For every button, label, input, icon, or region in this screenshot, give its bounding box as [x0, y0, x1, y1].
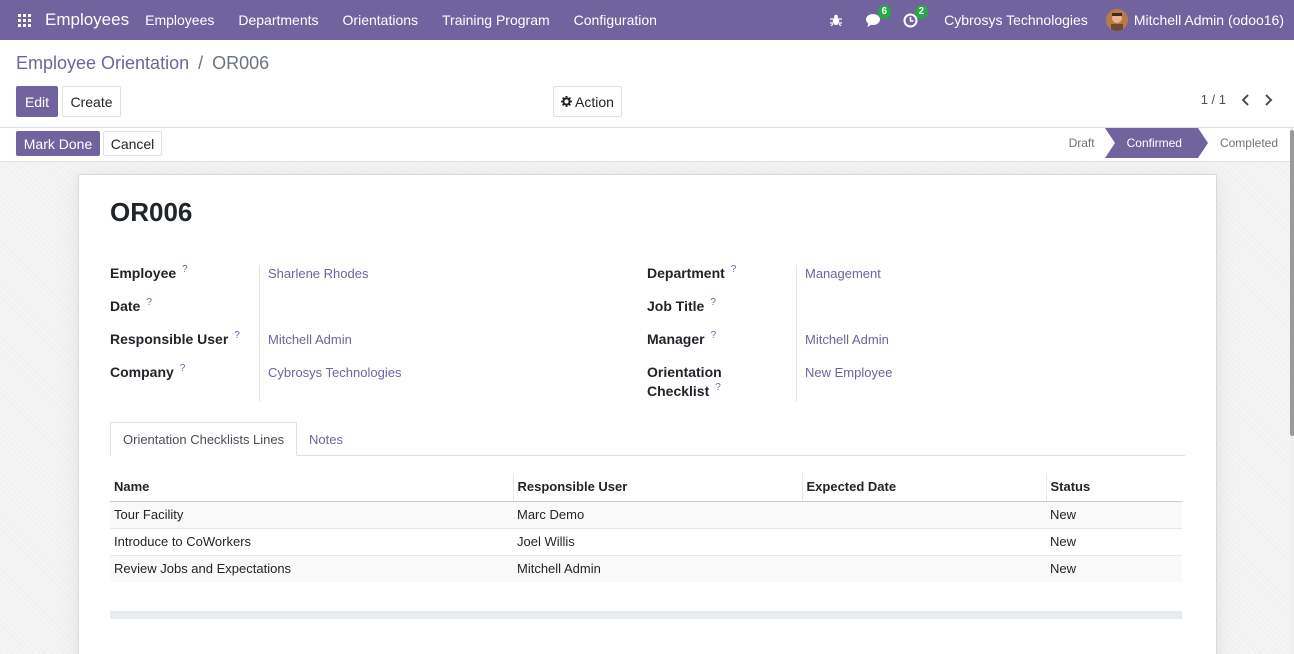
column-header-status[interactable]: Status: [1045, 473, 1182, 502]
record-title: OR006: [110, 197, 193, 227]
pager-previous-icon[interactable]: [1240, 93, 1252, 110]
right-column-divider: [796, 265, 797, 402]
status-step-draft[interactable]: Draft: [1047, 128, 1105, 158]
menu-orientations[interactable]: Orientations: [343, 12, 418, 28]
cell-expected-date: [802, 527, 1046, 555]
manager-field[interactable]: Mitchell Admin: [805, 332, 889, 347]
create-button[interactable]: Create: [62, 86, 121, 117]
employee-label: Employee?: [110, 264, 188, 281]
user-avatar[interactable]: [1105, 9, 1128, 31]
breadcrumb-separator: /: [198, 53, 204, 73]
department-label: Department?: [647, 264, 737, 281]
action-button[interactable]: Action: [553, 86, 622, 117]
cell-expected-date: [802, 554, 1046, 582]
orientation-checklist-field[interactable]: New Employee: [805, 365, 892, 380]
table-row[interactable]: Introduce to CoWorkers Joel Willis New: [110, 527, 1182, 555]
table-row[interactable]: Review Jobs and Expectations Mitchell Ad…: [110, 554, 1182, 582]
department-field[interactable]: Management: [805, 266, 881, 281]
company-field[interactable]: Cybrosys Technologies: [268, 365, 401, 380]
column-header-responsible-user[interactable]: Responsible User: [512, 473, 802, 502]
help-tooltip-icon[interactable]: ?: [710, 297, 716, 308]
messages-count-badge: 6: [877, 4, 892, 19]
responsible-user-label: Responsible User?: [110, 330, 240, 347]
help-tooltip-icon[interactable]: ?: [182, 264, 188, 275]
company-label: Company?: [110, 363, 186, 380]
company-switcher[interactable]: Cybrosys Technologies: [944, 12, 1088, 28]
user-menu[interactable]: Mitchell Admin (odoo16): [1134, 12, 1284, 28]
scrollbar-thumb[interactable]: [1290, 130, 1294, 436]
status-steps: Draft Confirmed Completed: [1047, 128, 1294, 161]
statusbar: Mark Done Cancel Draft Confirmed Complet…: [0, 128, 1294, 162]
pager-next-icon[interactable]: [1262, 93, 1274, 110]
menu-departments[interactable]: Departments: [238, 12, 318, 28]
cell-status: New: [1046, 500, 1182, 528]
mark-done-button[interactable]: Mark Done: [16, 131, 100, 156]
menu-configuration[interactable]: Configuration: [574, 12, 657, 28]
cell-status: New: [1046, 527, 1182, 555]
cell-responsible-user: Joel Willis: [513, 527, 802, 555]
activities-count-badge: 2: [914, 4, 929, 19]
gear-icon: [561, 96, 573, 107]
help-tooltip-icon[interactable]: ?: [715, 382, 721, 393]
edit-button[interactable]: Edit: [16, 86, 58, 117]
help-tooltip-icon[interactable]: ?: [146, 297, 152, 308]
cancel-button[interactable]: Cancel: [103, 131, 162, 156]
help-tooltip-icon[interactable]: ?: [234, 330, 240, 341]
help-tooltip-icon[interactable]: ?: [731, 264, 737, 275]
orientation-checklist-label: Orientation Checklist?: [647, 364, 722, 399]
status-step-confirmed: Confirmed: [1104, 128, 1209, 158]
breadcrumb: Employee Orientation / OR006: [16, 53, 269, 74]
apps-menu-icon[interactable]: [0, 0, 48, 40]
activities-clock-icon[interactable]: 2: [903, 4, 929, 28]
column-header-name[interactable]: Name: [110, 473, 513, 502]
tab-notes[interactable]: Notes: [297, 422, 355, 456]
cell-responsible-user: Marc Demo: [513, 500, 802, 528]
help-tooltip-icon[interactable]: ?: [180, 363, 186, 374]
cell-name: Review Jobs and Expectations: [110, 554, 513, 582]
date-label: Date?: [110, 297, 152, 314]
job-title-label: Job Title?: [647, 297, 716, 314]
cell-responsible-user: Mitchell Admin: [513, 554, 802, 582]
cell-name: Tour Facility: [110, 500, 513, 528]
responsible-user-field[interactable]: Mitchell Admin: [268, 332, 352, 347]
employee-field[interactable]: Sharlene Rhodes: [268, 266, 368, 281]
cell-expected-date: [802, 500, 1046, 528]
action-label: Action: [575, 93, 614, 110]
breadcrumb-current: OR006: [212, 53, 270, 73]
left-column-divider: [259, 265, 260, 402]
help-tooltip-icon[interactable]: ?: [711, 330, 717, 341]
table-header-row: Name Responsible User Expected Date Stat…: [110, 473, 1182, 502]
menu-employees[interactable]: Employees: [145, 12, 214, 28]
debug-bug-icon[interactable]: [829, 13, 843, 27]
table-row[interactable]: Tour Facility Marc Demo New: [110, 500, 1182, 528]
status-step-completed[interactable]: Completed: [1198, 128, 1294, 158]
notebook-tabs: Orientation Checklists Lines Notes: [110, 422, 1185, 456]
top-navbar: Employees Employees Departments Orientat…: [0, 0, 1294, 40]
pager-value[interactable]: 1 / 1: [1201, 92, 1226, 107]
app-name[interactable]: Employees: [45, 10, 129, 30]
tab-orientation-checklists-lines[interactable]: Orientation Checklists Lines: [110, 422, 298, 456]
breadcrumb-parent[interactable]: Employee Orientation: [16, 53, 189, 73]
menu-training-program[interactable]: Training Program: [442, 12, 550, 28]
manager-label: Manager?: [647, 330, 717, 347]
cell-status: New: [1046, 554, 1182, 582]
cell-name: Introduce to CoWorkers: [110, 527, 513, 555]
form-sheet: OR006 Employee? Sharlene Rhodes Date? Re…: [78, 174, 1217, 654]
table-footer: [110, 611, 1182, 619]
messages-chat-icon[interactable]: 6: [865, 4, 892, 28]
column-header-expected-date[interactable]: Expected Date: [801, 473, 1046, 502]
checklist-lines-table: Name Responsible User Expected Date Stat…: [110, 473, 1182, 582]
